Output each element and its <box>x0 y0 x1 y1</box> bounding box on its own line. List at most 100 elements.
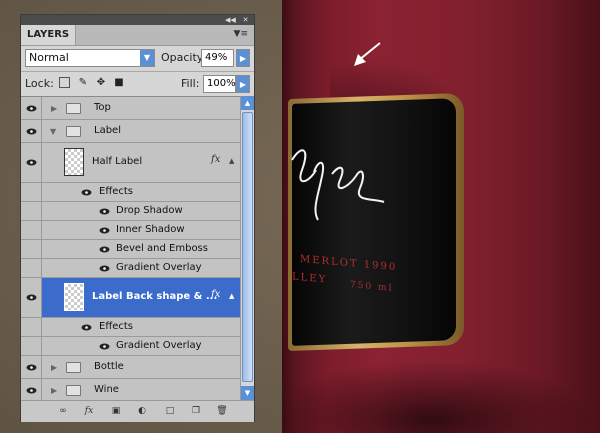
new-group-icon[interactable]: □ <box>163 405 177 417</box>
expand-triangle-icon[interactable]: ▶ <box>51 363 57 372</box>
visibility-cell <box>21 318 42 336</box>
visibility-cell <box>21 202 42 220</box>
lock-transparent-icon[interactable] <box>59 77 70 88</box>
lock-brush-icon[interactable]: ✎ <box>77 77 89 89</box>
folder-icon <box>66 385 81 396</box>
pointer-arrow-icon <box>354 42 381 66</box>
effects-label: Effects <box>99 321 133 332</box>
layer-row-bottle[interactable]: ▶ Bottle <box>21 356 240 379</box>
eye-icon[interactable] <box>26 294 37 301</box>
visibility-cell <box>21 379 42 401</box>
visibility-cell <box>21 143 42 182</box>
layer-row-label[interactable]: ▼ Label <box>21 120 240 143</box>
eye-icon[interactable] <box>99 246 110 253</box>
effect-name: Bevel and Emboss <box>116 243 208 254</box>
panel-tab-row: LAYERS ▼≡ <box>21 25 254 46</box>
fx-icon[interactable]: fx <box>81 405 97 417</box>
eye-icon[interactable] <box>81 189 92 196</box>
effect-inner-shadow[interactable]: Inner Shadow <box>21 221 240 240</box>
trash-icon[interactable]: 🗑 <box>215 405 229 417</box>
layer-name: Wine <box>94 384 119 395</box>
eye-icon[interactable] <box>99 208 110 215</box>
layer-row-half-label[interactable]: Half Label fx ▲ <box>21 143 240 183</box>
opacity-slider-button[interactable]: ▶ <box>236 49 250 67</box>
scroll-up-icon[interactable]: ▲ <box>241 96 254 110</box>
folder-icon <box>66 126 81 137</box>
divider <box>21 71 254 72</box>
lock-all-icon[interactable]: ■ <box>113 77 125 89</box>
close-icon[interactable]: ✕ <box>241 16 250 24</box>
blend-mode-value: Normal <box>29 51 69 64</box>
visibility-cell <box>21 337 42 355</box>
chevron-down-icon[interactable]: ▼ <box>140 50 154 66</box>
folder-icon <box>66 103 81 114</box>
layer-row-wine[interactable]: ▶ Wine <box>21 379 240 401</box>
effect-gradient-overlay[interactable]: Gradient Overlay <box>21 259 240 278</box>
effect-drop-shadow[interactable]: Drop Shadow <box>21 202 240 221</box>
eye-icon[interactable] <box>99 265 110 272</box>
eye-icon[interactable] <box>99 227 110 234</box>
eye-icon[interactable] <box>81 324 92 331</box>
scroll-thumb[interactable] <box>242 112 253 382</box>
fill-label: Fill: <box>181 77 200 90</box>
fill-slider-button[interactable]: ▶ <box>236 75 250 93</box>
layer-row-label-back[interactable]: Label Back shape & ... fx ▲ <box>21 278 240 318</box>
layers-panel: ◀◀ ✕ LAYERS ▼≡ Normal ▼ Opacity: 49% ▶ L… <box>20 14 255 422</box>
fill-field[interactable]: 100% <box>203 75 236 93</box>
effect-gradient-overlay[interactable]: Gradient Overlay <box>21 337 240 356</box>
expand-triangle-icon[interactable]: ▶ <box>51 386 57 395</box>
layer-row-top[interactable]: ▶ Top <box>21 97 240 120</box>
effect-name: Gradient Overlay <box>116 340 202 351</box>
layers-list: ▶ Top ▼ Label Half Label fx ▲ Effects Dr… <box>21 96 240 401</box>
layer-name: Bottle <box>94 361 124 372</box>
blend-mode-select[interactable]: Normal ▼ <box>25 49 155 67</box>
eye-icon[interactable] <box>99 343 110 350</box>
layers-bottom-toolbar: ∞ fx ▣ ◐ □ ❐ 🗑 <box>21 400 254 422</box>
bottle-bottom-shadow <box>282 360 600 433</box>
new-layer-icon[interactable]: ❐ <box>189 405 203 417</box>
visibility-cell <box>21 221 42 239</box>
layer-thumbnail <box>64 148 84 176</box>
visibility-cell <box>21 356 42 378</box>
collapse-icon[interactable]: ◀◀ <box>225 16 236 24</box>
eye-icon[interactable] <box>26 159 37 166</box>
scroll-down-icon[interactable]: ▼ <box>241 386 254 400</box>
panel-title-bar[interactable]: ◀◀ ✕ <box>21 15 254 25</box>
panel-menu-icon[interactable]: ▼≡ <box>234 29 248 39</box>
effects-label: Effects <box>99 186 133 197</box>
effects-toggle-icon[interactable]: ▲ <box>229 157 234 165</box>
visibility-cell <box>21 240 42 258</box>
visibility-cell <box>21 97 42 119</box>
layers-scrollbar[interactable]: ▲ ▼ <box>240 96 254 400</box>
layer-name: Half Label <box>92 156 143 167</box>
eye-icon[interactable] <box>26 364 37 371</box>
lock-label: Lock: <box>25 77 54 90</box>
eye-icon[interactable] <box>26 105 37 112</box>
visibility-cell <box>21 259 42 277</box>
link-icon[interactable]: ∞ <box>55 405 71 417</box>
collapse-triangle-icon[interactable]: ▼ <box>50 127 56 136</box>
effects-row[interactable]: Effects <box>21 183 240 202</box>
adjustment-icon[interactable]: ◐ <box>135 405 149 417</box>
effect-name: Gradient Overlay <box>116 262 202 273</box>
fx-icon[interactable]: fx <box>211 289 220 300</box>
effects-toggle-icon[interactable]: ▲ <box>229 292 234 300</box>
effect-bevel-emboss[interactable]: Bevel and Emboss <box>21 240 240 259</box>
tab-layers[interactable]: LAYERS <box>21 25 77 45</box>
eye-icon[interactable] <box>26 128 37 135</box>
visibility-cell <box>21 278 42 317</box>
script-logo-graphic <box>291 149 385 221</box>
expand-triangle-icon[interactable]: ▶ <box>51 104 57 113</box>
folder-icon <box>66 362 81 373</box>
eye-icon[interactable] <box>26 387 37 394</box>
opacity-field[interactable]: 49% <box>201 49 234 67</box>
mask-icon[interactable]: ▣ <box>109 405 123 417</box>
opacity-label: Opacity: <box>161 51 207 64</box>
lock-move-icon[interactable]: ✥ <box>95 77 107 89</box>
effects-row[interactable]: Effects <box>21 318 240 337</box>
layer-thumbnail <box>64 283 84 311</box>
visibility-cell <box>21 120 42 142</box>
visibility-cell <box>21 183 42 201</box>
fx-icon[interactable]: fx <box>211 154 220 165</box>
effect-name: Drop Shadow <box>116 205 183 216</box>
